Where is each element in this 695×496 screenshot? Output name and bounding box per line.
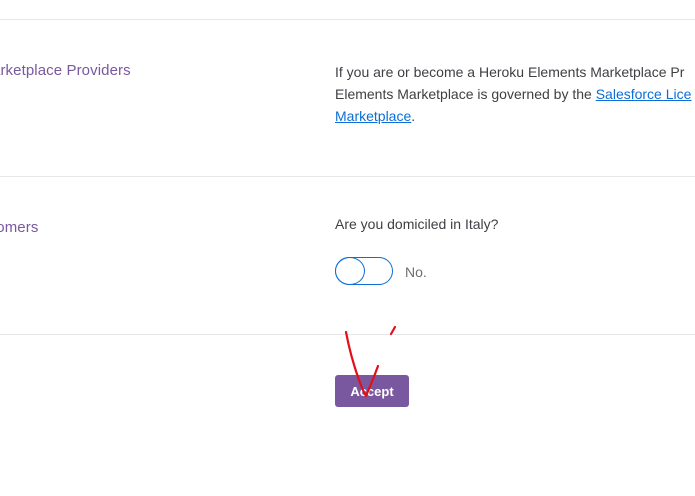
providers-terms-text: If you are or become a Heroku Elements M… <box>335 61 691 127</box>
accept-button[interactable]: Accept <box>335 375 409 407</box>
providers-text-line3: Marketplace. <box>335 105 691 127</box>
toggle-state-label: No. <box>405 264 427 280</box>
marketplace-link[interactable]: Marketplace <box>335 108 411 124</box>
middle-divider <box>0 176 695 177</box>
providers-text-line2-prefix: Elements Marketplace is governed by the <box>335 86 596 102</box>
toggle-knob <box>335 257 365 285</box>
top-divider <box>0 19 695 20</box>
terms-page: arketplace Providers If you are or becom… <box>0 0 695 496</box>
providers-text-line3-suffix: . <box>411 108 416 124</box>
italy-domicile-toggle[interactable] <box>335 257 393 285</box>
bottom-divider <box>0 334 695 335</box>
providers-text-line2: Elements Marketplace is governed by the … <box>335 83 691 105</box>
providers-section-title: arketplace Providers <box>0 62 131 79</box>
salesforce-license-link[interactable]: Salesforce Lice <box>596 86 692 102</box>
italy-domicile-question: Are you domiciled in Italy? <box>335 216 499 232</box>
customers-section-title: tomers <box>0 219 39 236</box>
providers-text-line1: If you are or become a Heroku Elements M… <box>335 64 685 80</box>
